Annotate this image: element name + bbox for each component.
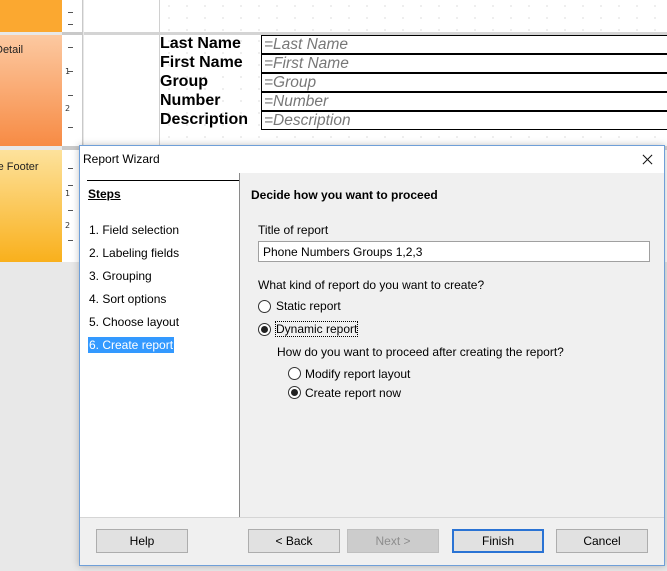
ruler-number: 2 (65, 221, 71, 230)
create-now-label[interactable]: Create report now (305, 386, 401, 400)
ruler-tick (68, 210, 73, 211)
section-detail-band[interactable]: Detail (0, 35, 62, 146)
modify-layout-radio[interactable] (288, 367, 301, 380)
dynamic-report-radio[interactable] (258, 323, 271, 336)
ruler-tick (68, 127, 73, 128)
close-icon[interactable] (630, 146, 664, 173)
modify-layout-label[interactable]: Modify report layout (305, 367, 410, 381)
section-header-band[interactable] (0, 0, 62, 32)
field-label-description[interactable]: Description (160, 110, 248, 129)
field-box-group[interactable]: =Group (261, 73, 667, 92)
field-box-first-name[interactable]: =First Name (261, 54, 667, 73)
report-title-input[interactable]: Phone Numbers Groups 1,2,3 (258, 241, 650, 262)
field-expression: =Number (264, 93, 329, 110)
wizard-content: Decide how you want to proceed Title of … (241, 173, 664, 517)
field-expression: =First Name (264, 55, 349, 72)
step-labeling-fields[interactable]: 2. Labeling fields (88, 245, 180, 261)
next-button[interactable]: Next > (347, 529, 439, 553)
grid-dots (160, 0, 667, 32)
section-page-footer-label: Page Footer (0, 161, 39, 173)
field-box-last-name[interactable]: =Last Name (261, 35, 667, 54)
step-choose-layout[interactable]: 5. Choose layout (88, 314, 180, 330)
steps-title: Steps (88, 187, 121, 201)
step-create-report[interactable]: 6. Create report (88, 337, 175, 353)
help-button[interactable]: Help (96, 529, 188, 553)
ruler-number: 1 (65, 189, 71, 198)
section-page-footer-band[interactable]: Page Footer (0, 150, 62, 262)
ruler-tick (68, 47, 73, 48)
ruler-number: 2 (65, 104, 71, 113)
field-box-description[interactable]: =Description (261, 111, 667, 130)
static-report-label[interactable]: Static report (276, 299, 341, 313)
cancel-button[interactable]: Cancel (556, 529, 648, 553)
ruler-separator (62, 32, 82, 35)
field-label-group[interactable]: Group (160, 72, 208, 91)
step-field-selection[interactable]: 1. Field selection (88, 222, 180, 238)
create-now-radio[interactable] (288, 386, 301, 399)
ruler-tick (68, 12, 73, 13)
title-label: Title of report (258, 223, 329, 237)
field-expression: =Description (264, 112, 351, 129)
field-expression: =Last Name (264, 36, 349, 53)
dialog-title: Report Wizard (83, 152, 160, 166)
report-wizard-dialog: Report Wizard Steps 1. Field selection 2… (79, 145, 665, 566)
finish-button[interactable]: Finish (452, 529, 544, 553)
field-label-last-name[interactable]: Last Name (160, 34, 241, 53)
ruler-tick (68, 168, 73, 169)
step-sort-options[interactable]: 4. Sort options (88, 291, 167, 307)
steps-divider (87, 180, 239, 181)
step-grouping[interactable]: 3. Grouping (88, 268, 153, 284)
back-button[interactable]: < Back (248, 529, 340, 553)
kind-question: What kind of report do you want to creat… (258, 278, 485, 292)
ruler-tick (68, 240, 73, 241)
button-bar: Help < Back Next > Finish Cancel (80, 517, 664, 565)
section-detail-label: Detail (0, 44, 24, 56)
ruler-tick (68, 24, 73, 25)
proceed-question: How do you want to proceed after creatin… (277, 345, 564, 359)
dialog-titlebar[interactable]: Report Wizard (80, 146, 664, 173)
field-box-number[interactable]: =Number (261, 92, 667, 111)
field-label-first-name[interactable]: First Name (160, 53, 243, 72)
ruler-number: 1 (65, 67, 71, 76)
page-heading: Decide how you want to proceed (251, 188, 438, 202)
ruler-tick (68, 95, 73, 96)
steps-pane: Steps 1. Field selection 2. Labeling fie… (80, 173, 240, 517)
field-label-number[interactable]: Number (160, 91, 220, 110)
static-report-radio[interactable] (258, 300, 271, 313)
field-expression: =Group (264, 74, 317, 91)
dynamic-report-label[interactable]: Dynamic report (274, 321, 359, 337)
ruler-tick (68, 185, 73, 186)
